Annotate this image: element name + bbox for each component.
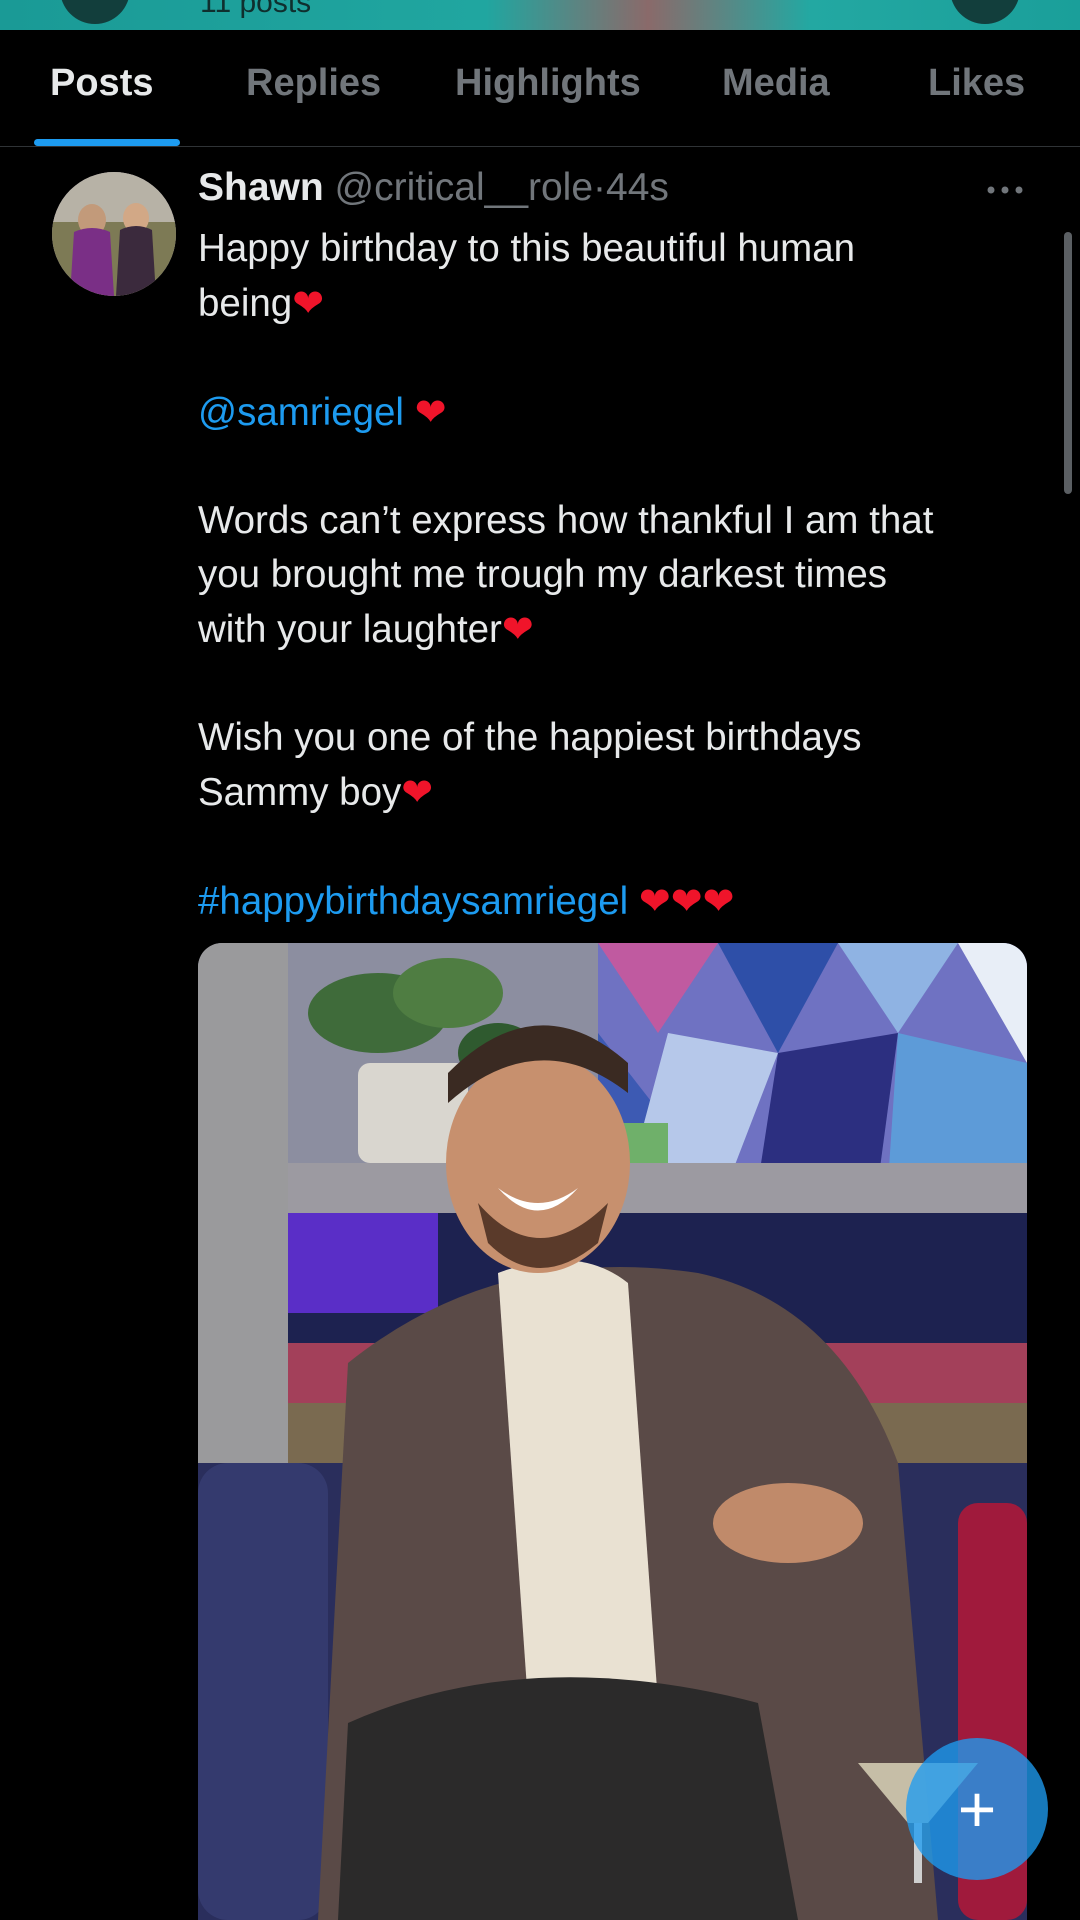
separator: · [593,166,607,209]
heart-emoji: ❤ [292,281,325,325]
heart-emoji: ❤ [414,390,447,434]
profile-header-banner: 11 posts [0,0,1080,30]
more-horizontal-icon[interactable] [984,170,1026,210]
post-line: Words can’t express how thankful I am th… [198,499,934,542]
compose-button[interactable]: + [906,1738,1048,1880]
post-line: Wish you one of the happiest birthdays [198,716,862,759]
back-button[interactable] [60,0,130,24]
active-tab-indicator [34,139,180,146]
tab-replies[interactable]: Replies [246,62,381,105]
heart-emoji: ❤ [401,770,434,814]
heart-emoji: ❤ [702,879,735,923]
hashtag-link[interactable]: #happybirthdaysamriegel [198,880,628,923]
scrollbar[interactable] [1064,232,1072,494]
tab-posts[interactable]: Posts [50,62,153,105]
heart-emoji: ❤ [501,607,534,651]
post-line: #happybirthdaysamriegel ❤❤❤ [198,874,1038,929]
post-line: being❤ [198,281,325,325]
post-line: Sammy boy❤ [198,770,434,814]
handle[interactable]: @critical__role [335,166,594,209]
post-media-image[interactable] [198,943,1027,1920]
tab-media[interactable]: Media [722,62,830,105]
heart-emoji: ❤ [638,879,671,923]
avatar[interactable] [52,172,176,296]
media-photo [198,943,1027,1920]
display-name[interactable]: Shawn [198,166,324,209]
profile-tabs: Posts Replies Highlights Media Likes [0,30,1080,147]
post-text: Happy birthday to this beautiful human b… [198,222,1038,929]
post-time[interactable]: 44s [606,166,669,209]
plus-icon: + [957,1772,997,1846]
tab-highlights[interactable]: Highlights [455,62,641,105]
search-button[interactable] [950,0,1020,24]
post-line: @samriegel ❤ [198,385,1038,440]
post-line: Happy birthday to this beautiful human [198,227,856,270]
mention-link[interactable]: @samriegel [198,391,404,434]
post-line: you brought me trough my darkest times [198,553,888,596]
post-line: with your laughter❤ [198,607,534,651]
post-header: Shawn @critical__role·44s [198,166,669,210]
tab-likes[interactable]: Likes [928,62,1025,105]
heart-emoji: ❤ [670,879,703,923]
post-count: 11 posts [200,0,312,19]
avatar-image [52,172,176,296]
